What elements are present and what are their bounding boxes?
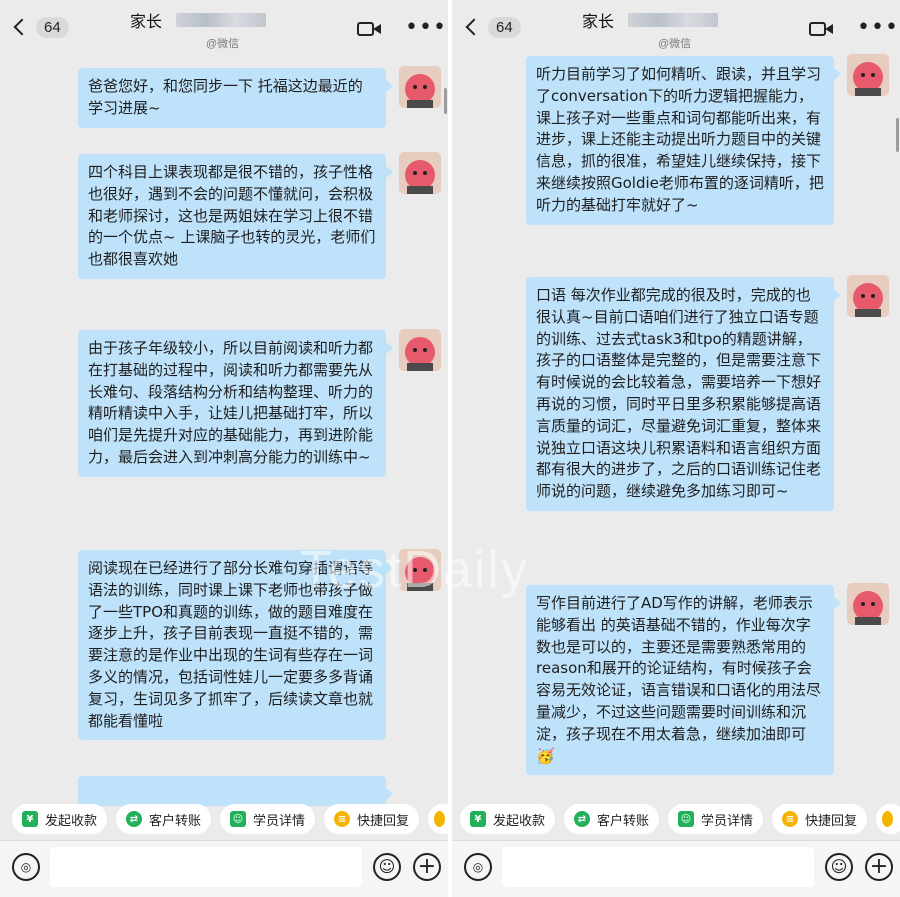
message-bubble[interactable]: 听力目前学习了如何精听、跟读，并且学习了conversation下的听力逻辑把握… bbox=[526, 56, 841, 225]
message-bubble[interactable]: 爸爸您好，和您同步一下 托福这边最近的学习进展~ bbox=[78, 68, 393, 128]
quick-reply-icon: ≡ bbox=[334, 811, 350, 827]
quick-action-student[interactable]: ☺ 学员详情 bbox=[668, 804, 764, 834]
message-input[interactable] bbox=[502, 847, 814, 887]
redacted-name bbox=[628, 13, 719, 27]
chat-panel-right: 64 家长 @微信 ••• 听力目前学习了如何精听、跟读，并且学习了conver… bbox=[452, 0, 900, 897]
emoji-icon[interactable]: ☺ bbox=[373, 853, 401, 881]
quick-action-more[interactable] bbox=[428, 804, 448, 834]
message-text: 口语 每次作业都完成的很及时，完成的也很认真~目前口语咱们进行了独立口语专题的训… bbox=[536, 286, 822, 501]
quick-action-quick-reply[interactable]: ≡ 快捷回复 bbox=[772, 804, 868, 834]
video-call-icon[interactable] bbox=[809, 21, 835, 37]
chat-header: 64 家长 @微信 ••• bbox=[452, 0, 900, 54]
chat-subtitle: @微信 bbox=[658, 38, 692, 50]
more-options-icon[interactable]: ••• bbox=[857, 17, 899, 39]
chevron-left-icon bbox=[13, 18, 31, 36]
video-call-icon[interactable] bbox=[357, 21, 383, 37]
avatar[interactable] bbox=[847, 583, 889, 625]
more-action-icon bbox=[434, 811, 445, 827]
more-action-icon bbox=[882, 811, 893, 827]
message-text: 写作目前进行了AD写作的讲解，老师表示能够看出 的英语基础不错的，作业每次字数也… bbox=[536, 594, 822, 765]
more-options-icon[interactable]: ••• bbox=[405, 17, 447, 39]
input-bar: ◎ ☺ + bbox=[452, 840, 900, 897]
scrollbar-thumb[interactable] bbox=[896, 118, 899, 152]
quick-action-payment[interactable]: ¥ 发起收款 bbox=[460, 804, 556, 834]
avatar[interactable] bbox=[399, 152, 441, 194]
chat-title-area: 家长 @微信 bbox=[130, 8, 300, 52]
quick-action-quick-reply[interactable]: ≡ 快捷回复 bbox=[324, 804, 420, 834]
unread-count-badge: 64 bbox=[488, 16, 521, 38]
input-bar: ◎ ☺ + bbox=[0, 840, 448, 897]
message-bubble[interactable]: 阅读现在已经进行了部分长难句穿插谓语等语法的训练，同时课上课下老师也带孩子做了一… bbox=[78, 550, 393, 741]
voice-input-icon[interactable]: ◎ bbox=[12, 853, 40, 881]
back-button[interactable]: 64 bbox=[462, 12, 522, 42]
message-input[interactable] bbox=[50, 847, 362, 887]
avatar[interactable] bbox=[399, 66, 441, 108]
message-bubble[interactable]: 写作目前进行了AD写作的讲解，老师表示能够看出 的英语基础不错的，作业每次字数也… bbox=[526, 585, 841, 776]
message-text: 四个科目上课表现都是很不错的，孩子性格也很好，遇到不会的问题不懂就问，会积极和老… bbox=[88, 163, 376, 269]
quick-action-label: 发起收款 bbox=[45, 813, 98, 829]
quick-action-transfer[interactable]: ⇄ 客户转账 bbox=[564, 804, 660, 834]
avatar[interactable] bbox=[399, 549, 441, 591]
add-attachment-icon[interactable]: + bbox=[413, 853, 441, 881]
quick-reply-icon: ≡ bbox=[782, 811, 798, 827]
chevron-left-icon bbox=[465, 18, 483, 36]
chat-header: 64 家长 @微信 ••• bbox=[0, 0, 448, 54]
quick-action-bar: ¥ 发起收款 ⇄ 客户转账 ☺ 学员详情 ≡ 快捷回复 bbox=[0, 800, 448, 840]
avatar[interactable] bbox=[847, 54, 889, 96]
quick-action-label: 学员详情 bbox=[701, 813, 754, 829]
quick-action-payment[interactable]: ¥ 发起收款 bbox=[12, 804, 108, 834]
quick-action-bar: ¥ 发起收款 ⇄ 客户转账 ☺ 学员详情 ≡ 快捷回复 bbox=[452, 800, 900, 840]
transfer-icon: ⇄ bbox=[126, 811, 142, 827]
redacted-name bbox=[176, 13, 267, 27]
quick-action-label: 客户转账 bbox=[149, 813, 202, 829]
chat-title-area: 家长 @微信 bbox=[582, 8, 752, 52]
emoji-icon[interactable]: ☺ bbox=[825, 853, 853, 881]
quick-action-label: 学员详情 bbox=[253, 813, 306, 829]
chat-title: 家长 bbox=[130, 14, 163, 31]
payment-icon: ¥ bbox=[470, 811, 486, 827]
chat-panel-left: 64 家长 @微信 ••• 爸爸您好，和您同步一下 托福这边最近的学习进展~ 四… bbox=[0, 0, 448, 897]
message-text: 听力目前学习了如何精听、跟读，并且学习了conversation下的听力逻辑把握… bbox=[536, 65, 824, 214]
student-icon: ☺ bbox=[230, 811, 246, 827]
add-attachment-icon[interactable]: + bbox=[865, 853, 893, 881]
avatar[interactable] bbox=[847, 275, 889, 317]
message-bubble[interactable]: 四个科目上课表现都是很不错的，孩子性格也很好，遇到不会的问题不懂就问，会积极和老… bbox=[78, 154, 393, 279]
quick-action-label: 发起收款 bbox=[493, 813, 546, 829]
scrollbar-thumb[interactable] bbox=[444, 88, 447, 114]
quick-action-label: 客户转账 bbox=[597, 813, 650, 829]
quick-action-transfer[interactable]: ⇄ 客户转账 bbox=[116, 804, 212, 834]
message-bubble[interactable]: 由于孩子年级较小，所以目前阅读和听力都在打基础的过程中，阅读和听力都需要先从长难… bbox=[78, 330, 393, 477]
unread-count-badge: 64 bbox=[36, 16, 69, 38]
message-text: 阅读现在已经进行了部分长难句穿插谓语等语法的训练，同时课上课下老师也带孩子做了一… bbox=[88, 559, 374, 730]
message-bubble[interactable]: 口语 每次作业都完成的很及时，完成的也很认真~目前口语咱们进行了独立口语专题的训… bbox=[526, 277, 841, 511]
back-button[interactable]: 64 bbox=[10, 12, 70, 42]
transfer-icon: ⇄ bbox=[574, 811, 590, 827]
message-text: 由于孩子年级较小，所以目前阅读和听力都在打基础的过程中，阅读和听力都需要先从长难… bbox=[88, 339, 374, 466]
chat-title: 家长 bbox=[582, 14, 615, 31]
voice-input-icon[interactable]: ◎ bbox=[464, 853, 492, 881]
quick-action-more[interactable] bbox=[876, 804, 900, 834]
message-text: 爸爸您好，和您同步一下 托福这边最近的学习进展~ bbox=[88, 77, 363, 117]
payment-icon: ¥ bbox=[22, 811, 38, 827]
quick-action-label: 快捷回复 bbox=[357, 813, 410, 829]
quick-action-student[interactable]: ☺ 学员详情 bbox=[220, 804, 316, 834]
student-icon: ☺ bbox=[678, 811, 694, 827]
avatar[interactable] bbox=[399, 329, 441, 371]
quick-action-label: 快捷回复 bbox=[805, 813, 858, 829]
chat-subtitle: @微信 bbox=[206, 38, 240, 50]
